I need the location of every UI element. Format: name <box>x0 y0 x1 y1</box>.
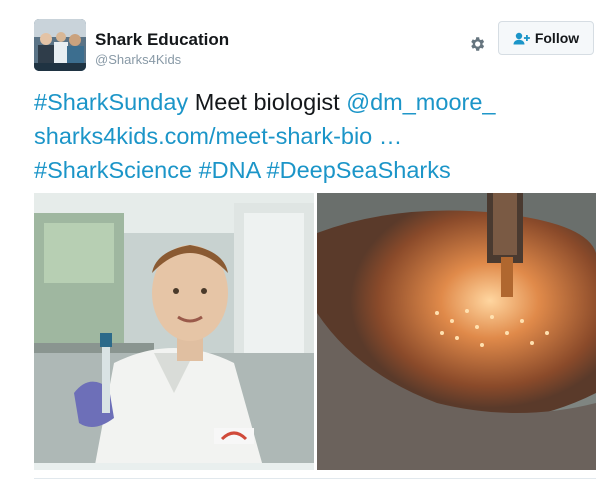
hashtag-sharksunday[interactable]: #SharkSunday <box>34 89 188 115</box>
add-user-icon <box>513 32 530 45</box>
follow-label: Follow <box>534 30 580 46</box>
group-photo-avatar-icon <box>34 19 86 71</box>
hashtag-deepseasharks[interactable]: #DeepSeaSharks <box>267 157 451 183</box>
biologist-in-lab-photo[interactable] <box>34 193 314 470</box>
hashtag-sharkscience[interactable]: #SharkScience <box>34 157 192 183</box>
media-grid <box>34 193 596 470</box>
author-block: Shark Education @Sharks4Kids <box>95 30 229 69</box>
tweet-text: #SharkSunday Meet biologist @dm_moore_ s… <box>34 85 594 187</box>
external-link[interactable]: sharks4kids.com/meet-shark-bio … <box>34 123 402 149</box>
tweet-header: Shark Education @Sharks4Kids Follow <box>34 19 604 73</box>
avatar[interactable] <box>34 19 86 71</box>
user-handle[interactable]: @Sharks4Kids <box>95 51 229 69</box>
gear-icon <box>471 37 485 51</box>
mention-link[interactable]: @dm_moore_ <box>346 89 495 115</box>
follow-button[interactable]: Follow <box>498 21 594 55</box>
settings-button[interactable] <box>466 33 488 55</box>
divider <box>34 478 596 479</box>
shark-skin-closeup-photo[interactable] <box>317 193 596 470</box>
hashtag-dna[interactable]: #DNA <box>199 157 260 183</box>
display-name[interactable]: Shark Education <box>95 30 229 50</box>
tweet-body-text: Meet biologist <box>188 89 347 115</box>
